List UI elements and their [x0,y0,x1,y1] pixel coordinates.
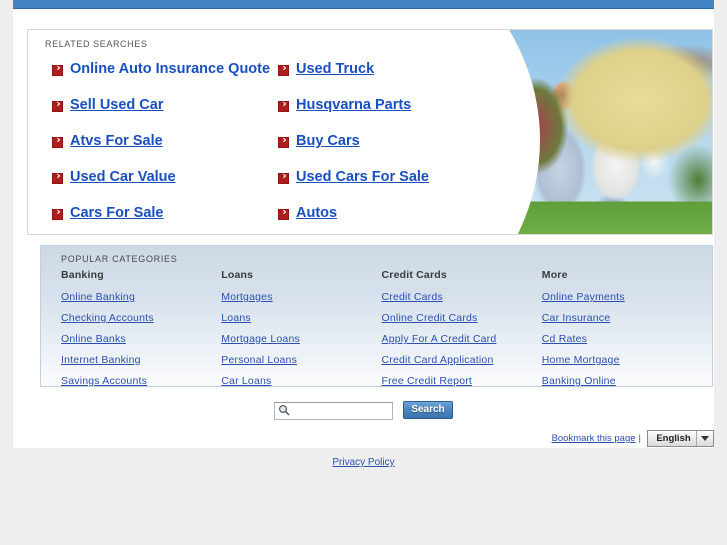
related-searches-panel: RELATED SEARCHES Online Auto Insurance Q… [27,29,713,235]
related-search-item[interactable]: Autos [278,205,478,234]
popular-categories-panel: POPULAR CATEGORIES Banking Online Bankin… [40,245,713,387]
related-search-item[interactable]: Online Auto Insurance Quote [52,61,282,97]
related-search-link[interactable]: Autos [296,205,337,222]
category-link[interactable]: Home Mortgage [542,354,702,366]
top-blue-bar [13,0,714,9]
related-search-item[interactable]: Used Car Value [52,169,282,205]
category-link[interactable]: Free Credit Report [382,375,542,386]
category-link[interactable]: Car Insurance [542,312,702,324]
related-search-link[interactable]: Used Truck [296,61,374,78]
related-search-link[interactable]: Online Auto Insurance Quote [70,61,270,78]
privacy-policy-link[interactable]: Privacy Policy [13,457,714,468]
red-arrow-bullet-icon [278,206,289,220]
category-link[interactable]: Savings Accounts [61,375,221,386]
related-search-link[interactable]: Atvs For Sale [70,133,163,150]
related-search-item[interactable]: Cars For Sale [52,205,282,234]
category-link[interactable]: Internet Banking [61,354,221,366]
related-search-link[interactable]: Sell Used Car [70,97,164,114]
category-link[interactable]: Credit Cards [382,291,542,303]
language-select[interactable]: English [647,430,714,447]
red-arrow-bullet-icon [52,62,63,76]
red-arrow-bullet-icon [52,170,63,184]
page-content: RELATED SEARCHES Online Auto Insurance Q… [13,0,714,448]
category-link[interactable]: Online Banks [61,333,221,345]
category-link[interactable]: Banking Online [542,375,702,386]
category-column-more: More Online Payments Car Insurance Cd Ra… [541,269,702,386]
related-search-item[interactable]: Used Truck [278,61,478,97]
related-searches-left-column: Online Auto Insurance Quote Sell Used Ca… [52,61,282,234]
search-field-wrapper [274,401,393,420]
category-link[interactable]: Loans [221,312,381,324]
category-column-loans: Loans Mortgages Loans Mortgage Loans Per… [221,269,381,386]
bookmark-and-language-row: Bookmark this page | English [552,430,714,447]
category-link[interactable]: Credit Card Application [382,354,542,366]
category-link[interactable]: Car Loans [221,375,381,386]
category-link[interactable]: Online Credit Cards [382,312,542,324]
category-link[interactable]: Checking Accounts [61,312,221,324]
related-search-item[interactable]: Sell Used Car [52,97,282,133]
related-search-item[interactable]: Husqvarna Parts [278,97,478,133]
related-searches-heading: RELATED SEARCHES [45,39,148,49]
red-arrow-bullet-icon [52,206,63,220]
category-column-banking: Banking Online Banking Checking Accounts… [61,269,221,386]
category-link[interactable]: Apply For A Credit Card [382,333,542,345]
related-searches-right-column: Used Truck Husqvarna Parts Buy Cars Used… [278,61,478,234]
page-footer: Privacy Policy [13,448,714,545]
search-button[interactable]: Search [403,401,453,419]
related-search-item[interactable]: Used Cars For Sale [278,169,478,205]
category-header: Banking [61,269,104,281]
related-search-link[interactable]: Husqvarna Parts [296,97,411,114]
red-arrow-bullet-icon [52,98,63,112]
related-search-item[interactable]: Buy Cars [278,133,478,169]
related-search-link[interactable]: Used Cars For Sale [296,169,429,186]
category-link[interactable]: Mortgage Loans [221,333,381,345]
red-arrow-bullet-icon [278,134,289,148]
category-link[interactable]: Mortgages [221,291,381,303]
category-column-credit-cards: Credit Cards Credit Cards Online Credit … [381,269,542,386]
right-page-gutter [714,0,727,545]
hero-family-house-photo [440,30,712,234]
bookmark-separator: | [638,433,641,444]
category-link[interactable]: Online Payments [542,291,702,303]
red-arrow-bullet-icon [278,170,289,184]
popular-categories-grid: Banking Online Banking Checking Accounts… [61,269,702,386]
category-link[interactable]: Personal Loans [221,354,381,366]
left-page-gutter [0,0,13,545]
red-arrow-bullet-icon [278,62,289,76]
search-area: Search [13,401,714,425]
related-search-item[interactable]: Atvs For Sale [52,133,282,169]
red-arrow-bullet-icon [52,134,63,148]
bookmark-this-page-link[interactable]: Bookmark this page [552,433,636,444]
category-header: More [541,269,568,281]
category-header: Credit Cards [381,269,447,281]
chevron-down-icon[interactable] [696,431,713,446]
related-search-link[interactable]: Cars For Sale [70,205,164,222]
category-link[interactable]: Online Banking [61,291,221,303]
category-link[interactable]: Cd Rates [542,333,702,345]
red-arrow-bullet-icon [278,98,289,112]
caret-shape [701,436,709,441]
related-search-link[interactable]: Buy Cars [296,133,360,150]
popular-categories-heading: POPULAR CATEGORIES [61,254,178,264]
category-header: Loans [221,269,254,281]
search-input[interactable] [274,402,393,420]
related-search-link[interactable]: Used Car Value [70,169,176,186]
